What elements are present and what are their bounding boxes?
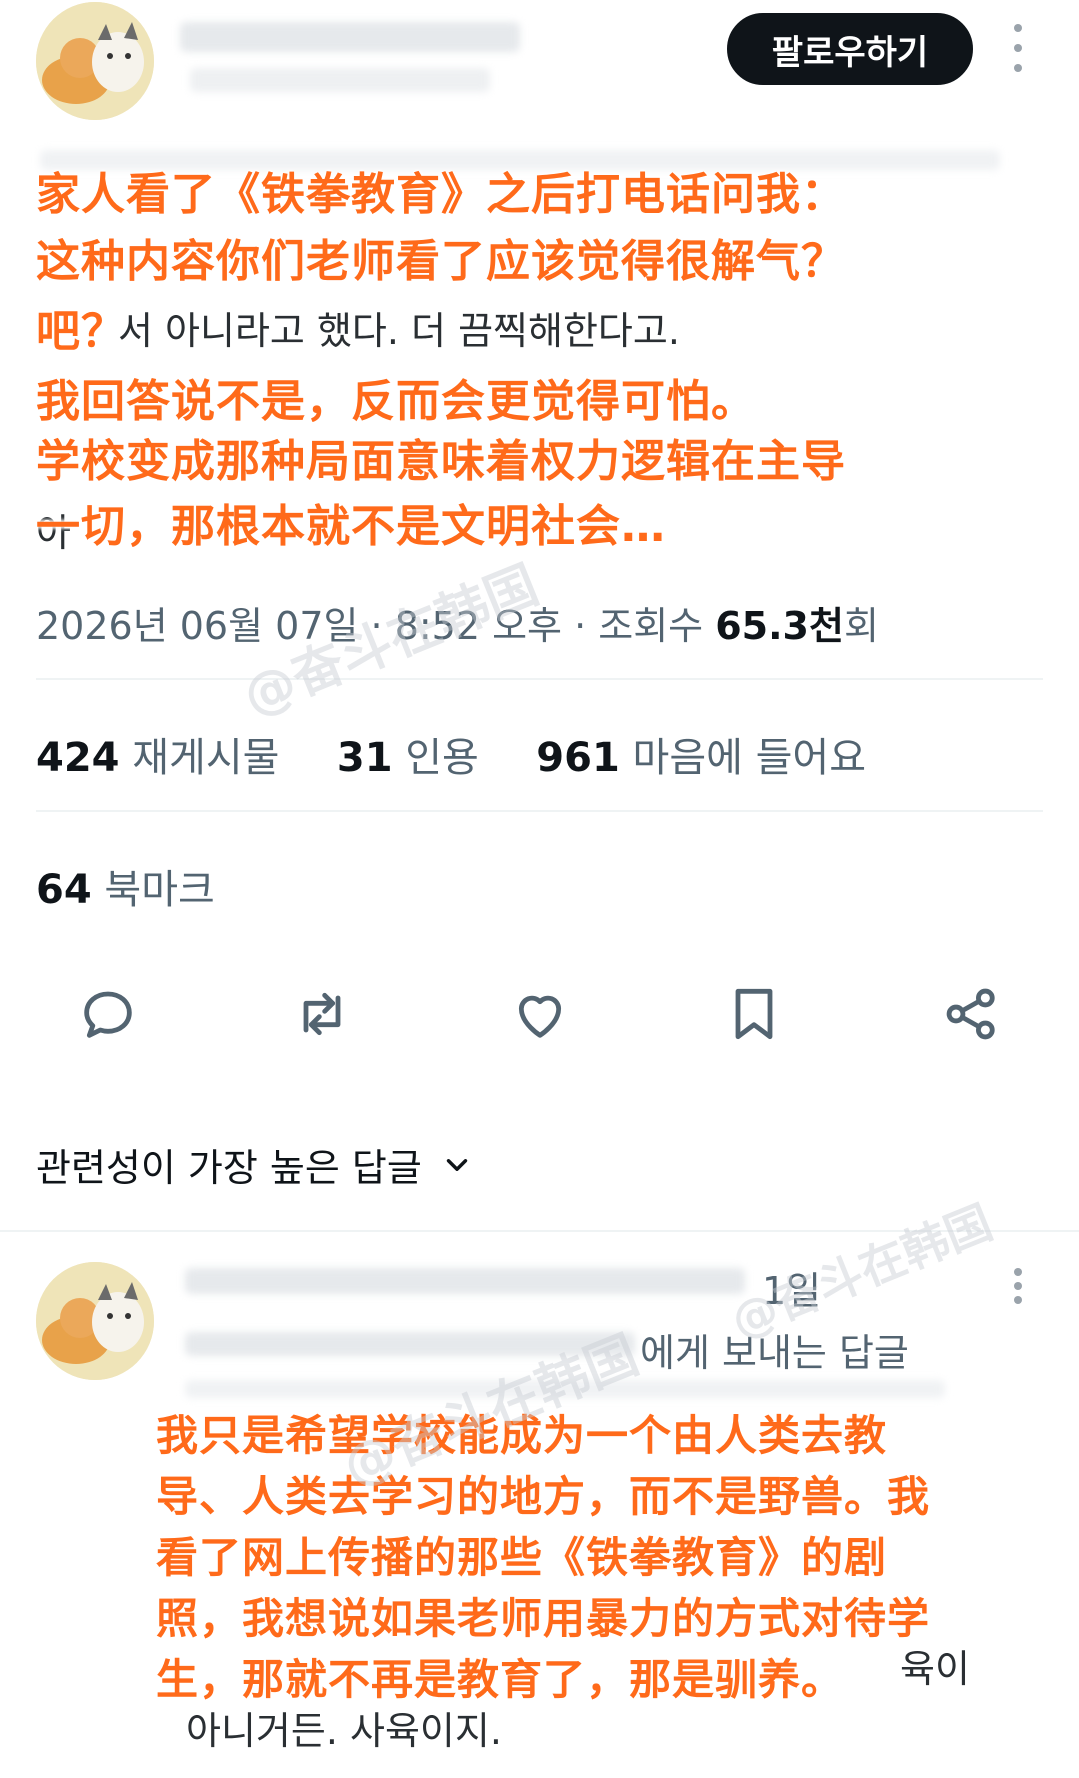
bookmarks-count: 64 <box>36 867 92 913</box>
reply-korean-line-end: 육이 <box>900 1647 970 1691</box>
reply-overlay-caption-line: 生，那就不再是教育了，那是驯养。 <box>156 1655 845 1704</box>
repost-icon[interactable] <box>290 982 354 1046</box>
share-icon[interactable] <box>940 982 1004 1046</box>
overlay-caption-line: 一切，那根本就不是文明社会… <box>36 501 666 552</box>
reply-author-blurred <box>185 1268 745 1294</box>
reposts-stat[interactable]: 424 재게시물 <box>36 735 279 781</box>
reply-more-vertical-icon[interactable] <box>1006 1268 1030 1304</box>
post-korean-line: 서 아니라고 했다. 더 끔찍해한다고. <box>118 309 680 353</box>
reposts-label: 재게시물 <box>132 735 280 781</box>
follow-button[interactable]: 팔로우하기 <box>727 13 973 85</box>
reply-icon[interactable] <box>76 982 140 1046</box>
cat-avatar-image <box>36 2 154 120</box>
engagement-stats: 424 재게시물 31 인용 961 마음에 들어요 <box>36 725 866 783</box>
overlay-caption-line: 学校变成那种局面意味着权力逻辑在主导 <box>36 436 846 487</box>
replies-sort-dropdown[interactable]: 관련성이 가장 높은 답글 <box>36 1137 474 1192</box>
replies-sort-label: 관련성이 가장 높은 답글 <box>36 1146 422 1190</box>
cat-avatar-image <box>36 1262 154 1380</box>
view-count: 65.3천 <box>715 604 844 648</box>
overlay-caption-line: 家人看了《铁拳教育》之后打电话问我： <box>36 169 846 220</box>
likes-label: 마음에 들어요 <box>632 735 867 781</box>
divider <box>36 678 1043 680</box>
more-vertical-icon[interactable] <box>1006 24 1030 72</box>
bookmarks-label: 북마크 <box>104 867 215 913</box>
reply-overlay-caption-line: 看了网上传播的那些《铁拳教育》的剧 <box>156 1533 888 1582</box>
chevron-down-icon <box>446 1158 468 1171</box>
reposts-count: 424 <box>36 735 120 781</box>
likes-count: 961 <box>536 735 620 781</box>
quotes-label: 인용 <box>405 735 479 781</box>
bookmarks-stat[interactable]: 64 북마크 <box>36 857 215 915</box>
quotes-count: 31 <box>336 735 393 781</box>
overlay-caption-line: 这种内容你们老师看了应该觉得很解气？ <box>36 236 846 287</box>
quotes-stat[interactable]: 31 인용 <box>337 735 479 781</box>
reply-overlay-caption-line: 导、人类去学习的地方，而不是野兽。我 <box>156 1472 931 1521</box>
view-count-suffix: 회 <box>843 604 879 648</box>
like-icon[interactable] <box>508 982 572 1046</box>
bookmark-icon[interactable] <box>722 982 786 1046</box>
reply-author-avatar[interactable] <box>36 1262 154 1380</box>
reply-overlay-caption-line: 照，我想说如果老师用暴力的方式对待学 <box>156 1594 931 1643</box>
overlay-caption-line: 吧？ <box>36 306 126 357</box>
divider <box>36 810 1043 812</box>
reply-korean-line: 아니거든. 사육이지. <box>186 1709 502 1753</box>
author-avatar[interactable] <box>36 2 154 120</box>
likes-stat[interactable]: 961 마음에 들어요 <box>536 735 866 781</box>
author-name-blurred <box>180 22 520 52</box>
author-handle-blurred <box>190 68 490 92</box>
overlay-caption-line: 我回答说不是，反而会更觉得可怕。 <box>36 376 756 427</box>
